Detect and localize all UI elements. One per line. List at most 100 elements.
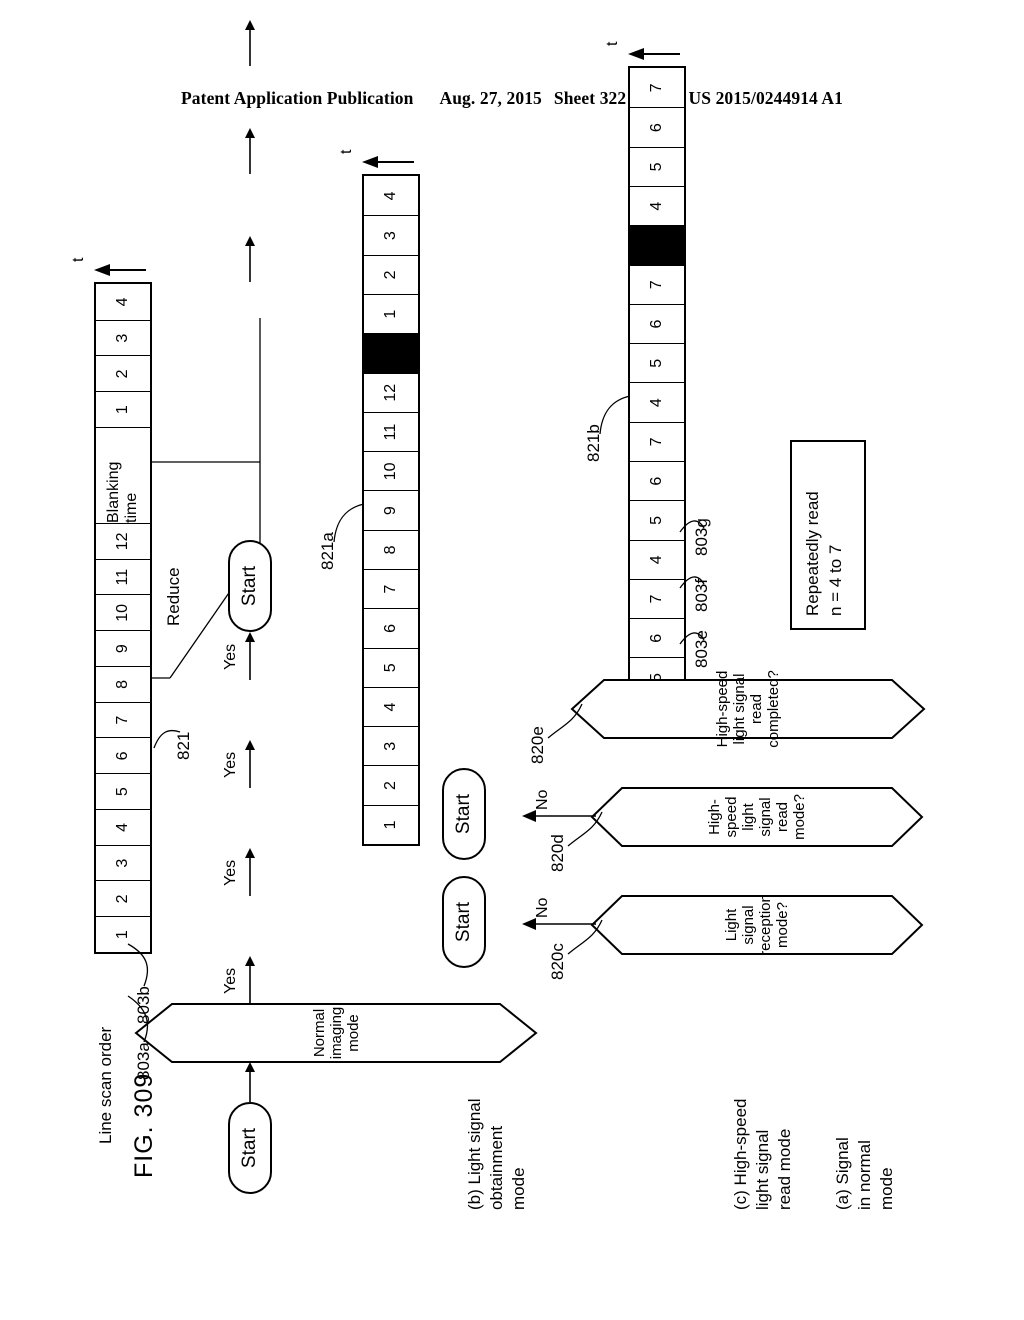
timing-cell-row-a-16: 4 bbox=[114, 297, 131, 307]
row-b-caption: (b) Light signal obtainment mode bbox=[464, 1098, 530, 1210]
leader-821b bbox=[599, 395, 631, 435]
row-b-caption-line-2: obtainment bbox=[487, 1125, 507, 1210]
leader-820e bbox=[547, 703, 583, 739]
row-c-caption: (c) High-speed light signal read mode bbox=[730, 1099, 796, 1211]
timing-cell-row-b-10: 11 bbox=[364, 411, 418, 452]
timing-cell-row-b-0: 1 bbox=[364, 804, 418, 844]
decision-2-label: Light signal reception mode? bbox=[723, 894, 791, 956]
timing-cell-row-c-13: 4 bbox=[630, 186, 684, 226]
timing-cell-row-a-4: 5 bbox=[96, 773, 150, 809]
decision-high-speed-light-signal-read-mode[interactable]: High-speed light signal read mode? bbox=[590, 787, 924, 847]
leader-821 bbox=[153, 729, 181, 749]
connector-decision-1-to-row-a bbox=[245, 956, 255, 1004]
timing-cell-row-b-6: 7 bbox=[364, 569, 418, 609]
decision-2-no-start-oval[interactable]: Start bbox=[442, 876, 486, 968]
flow-start-oval[interactable]: Start bbox=[228, 1102, 272, 1194]
timing-cell-row-a-7: 8 bbox=[96, 666, 150, 702]
timing-cell-row-a-8: 9 bbox=[96, 630, 150, 666]
decision-light-signal-reception-mode[interactable]: Light signal reception mode? bbox=[590, 894, 924, 956]
timing-cell-row-b-3: 4 bbox=[364, 686, 418, 727]
timing-cell-row-c-12 bbox=[630, 225, 684, 265]
timing-cell-row-a-12: Blanking time bbox=[96, 427, 150, 523]
timing-cell-row-a-1: 2 bbox=[96, 880, 150, 917]
decision-3-label: High-speed light signal read mode? bbox=[706, 794, 808, 840]
row-a-caption: (a) Signal in normal mode bbox=[832, 1137, 898, 1210]
row-c-caption-line-3: read mode bbox=[775, 1128, 795, 1210]
timing-cell-row-b-14: 2 bbox=[364, 254, 418, 295]
timing-cell-row-c-7: 7 bbox=[630, 421, 684, 462]
repeat-box-line-2: n = 4 to 7 bbox=[825, 544, 845, 616]
timing-cell-row-b-12 bbox=[364, 333, 418, 373]
timing-cell-row-a-15: 3 bbox=[96, 319, 150, 356]
timing-cell-row-b-15: 3 bbox=[364, 215, 418, 255]
decision-normal-imaging-mode[interactable]: Normal imaging mode bbox=[134, 1003, 538, 1063]
decision-3-no-start-oval[interactable]: Start bbox=[442, 768, 486, 860]
timing-cell-row-b-4: 5 bbox=[364, 647, 418, 687]
time-axis-label-row-b: t bbox=[338, 149, 355, 154]
leader-803a-803b bbox=[127, 943, 149, 1043]
timing-cell-row-c-9: 5 bbox=[630, 343, 684, 383]
decision-2-no-label: No bbox=[534, 897, 551, 918]
timing-cell-row-b-1: 2 bbox=[364, 765, 418, 805]
figure-canvas-wrapper: FIG. 309 Start Normal imaging mode Yes 1… bbox=[0, 0, 1024, 1320]
decision-1-yes-label: Yes bbox=[222, 967, 239, 994]
timing-cell-row-a-10: 11 bbox=[96, 558, 150, 595]
connector-start-to-decision-1 bbox=[245, 1062, 255, 1102]
time-axis-arrow-row-c bbox=[628, 48, 680, 60]
timing-cell-row-a-11: 12 bbox=[96, 523, 150, 559]
timing-cell-row-c-15: 6 bbox=[630, 107, 684, 147]
flow-end-start-oval[interactable]: Start bbox=[228, 540, 272, 632]
time-axis-label-row-c: t bbox=[604, 41, 621, 46]
timing-cell-row-b-5: 6 bbox=[364, 608, 418, 648]
timing-strip-row-b: 1 2 3 4 5 6 7 8 9 10 11 12 1 2 3 4 bbox=[362, 174, 420, 846]
timing-cell-row-a-3: 4 bbox=[96, 809, 150, 845]
timing-cell-row-b-8: 9 bbox=[364, 490, 418, 530]
connector-decision-4-to-end bbox=[245, 632, 255, 680]
connector-decision-2-to-row-b bbox=[245, 848, 255, 896]
row-c-caption-line-2: light signal bbox=[753, 1129, 773, 1210]
timing-cell-row-a-9: 10 bbox=[96, 594, 150, 631]
decision-3-no-label: No bbox=[534, 789, 551, 810]
figure-drawing: FIG. 309 Start Normal imaging mode Yes 1… bbox=[70, 20, 952, 1230]
timing-cell-row-b-2: 3 bbox=[364, 726, 418, 766]
row-b-caption-line-1: (b) Light signal bbox=[465, 1098, 484, 1210]
timing-cell-row-c-11: 7 bbox=[630, 264, 684, 304]
timing-cell-row-a-6: 7 bbox=[96, 701, 150, 738]
timing-cell-row-b-11: 12 bbox=[364, 372, 418, 412]
row-a-caption-line-1: (a) Signal bbox=[833, 1137, 852, 1210]
timing-cell-row-a-14: 2 bbox=[96, 355, 150, 392]
decision-4-yes-label: Yes bbox=[222, 643, 239, 670]
row-a-caption-line-2: in normal bbox=[855, 1140, 875, 1210]
connector-row-b-to-decision-3 bbox=[245, 128, 255, 174]
timing-cell-row-c-16: 7 bbox=[648, 83, 665, 93]
decision-2-yes-label: Yes bbox=[222, 859, 239, 886]
timing-strip-row-a: 1 2 3 4 5 6 7 8 9 10 11 12 Blanking time 1 2 3 4 bbox=[94, 282, 152, 954]
row-a-caption-line-3: mode bbox=[877, 1167, 897, 1210]
time-axis-arrow-row-a bbox=[94, 264, 146, 276]
leader-821a bbox=[333, 503, 365, 543]
line-scan-order-label: Line scan order bbox=[96, 1026, 115, 1144]
repeatedly-read-box: Repeatedly read n = 4 to 7 bbox=[790, 440, 866, 630]
timing-cell-row-b-7: 8 bbox=[364, 529, 418, 570]
timing-cell-row-a-13: 1 bbox=[96, 391, 150, 427]
row-c-caption-line-1: (c) High-speed bbox=[731, 1098, 750, 1211]
connector-row-c-to-decision-4 bbox=[245, 20, 255, 66]
connector-row-a-to-decision-2 bbox=[245, 236, 255, 282]
time-axis-arrow-row-b bbox=[362, 156, 414, 168]
decision-4-label: High-speed light signal read completed? bbox=[714, 670, 782, 748]
figure-title: FIG. 309 bbox=[130, 1072, 158, 1178]
timing-cell-row-a-2: 3 bbox=[96, 844, 150, 881]
timing-cell-row-b-16: 4 bbox=[382, 191, 399, 201]
time-axis-label-row-a: t bbox=[70, 257, 87, 262]
decision-3-yes-label: Yes bbox=[222, 751, 239, 778]
connector-decision-3-to-row-c bbox=[245, 740, 255, 788]
timing-cell-row-a-5: 6 bbox=[96, 737, 150, 774]
decision-1-label: Normal imaging mode bbox=[310, 1006, 362, 1060]
repeat-box-line-1: Repeatedly read bbox=[803, 491, 822, 616]
timing-cell-row-c-14: 5 bbox=[630, 146, 684, 187]
decision-high-speed-read-completed[interactable]: High-speed light signal read completed? bbox=[570, 670, 926, 748]
timing-cell-row-c-8: 4 bbox=[630, 382, 684, 422]
timing-cell-row-b-9: 10 bbox=[364, 451, 418, 491]
row-b-caption-line-3: mode bbox=[509, 1167, 529, 1210]
timing-cell-row-c-10: 6 bbox=[630, 303, 684, 344]
